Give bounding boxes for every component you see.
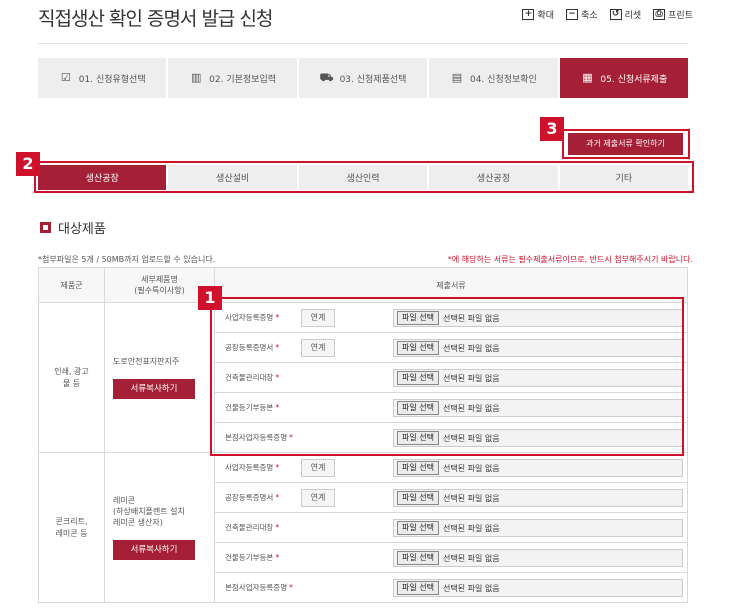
file-status: 선택된 파일 없음 [442, 583, 500, 593]
document-name: 건물등기부등본 * [225, 552, 295, 563]
section-title: 대상제품 [58, 222, 106, 237]
table-row: 콘크리트, 레미콘 등 레미콘 (하상배치플랜트 설치 레미콘 생산자) 서류복사하기 사업… [38, 452, 688, 603]
step-3[interactable]: ⛟ 03. 신청제품선택 [298, 58, 428, 98]
archive-icon: ▤ [451, 71, 463, 84]
tool-reset[interactable]: ↺ 리셋 [609, 8, 642, 21]
document-cell: 건물등기부등본 * 파일 선택 선택된 파일 없음 [214, 542, 688, 573]
file-status: 선택된 파일 없음 [442, 493, 500, 503]
file-input[interactable]: 파일 선택 선택된 파일 없음 [393, 549, 683, 567]
page-title: 직접생산 확인 증명서 발급 신청 [38, 8, 273, 30]
document-name-text: 사업자등록증명 [225, 463, 274, 472]
file-select-button[interactable]: 파일 선택 [397, 491, 439, 505]
document-name-text: 공장등록증명서 [225, 493, 274, 502]
highlight-box-1 [210, 297, 684, 456]
tool-print[interactable]: ⎙ 프린트 [653, 8, 693, 21]
document-row: 건물등기부등본 * 파일 선택 선택된 파일 없음 [225, 543, 683, 572]
product-group-cell: 콘크리트, 레미콘 등 [38, 452, 105, 603]
document-cell: 건축물관리대장 * 파일 선택 선택된 파일 없음 [214, 512, 688, 543]
header-group: 제품군 [38, 267, 105, 303]
sub-product-cell: 레미콘 (하상배치플랜트 설치 레미콘 생산자) 서류복사하기 [104, 452, 215, 603]
clapper-icon: ▦ [582, 71, 593, 84]
required-mark: * [275, 493, 280, 502]
cart-icon: ⛟ [319, 71, 334, 84]
step-label: 01. 신청유형선택 [78, 74, 146, 85]
reset-icon: ↺ [609, 9, 622, 20]
required-mark: * [275, 523, 280, 532]
document-name: 건축물관리대장 * [225, 522, 295, 533]
file-input[interactable]: 파일 선택 선택된 파일 없음 [393, 459, 683, 477]
step-label: 02. 기본정보입력 [209, 74, 277, 85]
file-select-button[interactable]: 파일 선택 [397, 521, 439, 535]
file-select-button[interactable]: 파일 선택 [397, 551, 439, 565]
file-status: 선택된 파일 없음 [442, 463, 500, 473]
print-icon: ⎙ [653, 9, 666, 20]
document-name: 본점사업자등록증명 * [225, 582, 295, 593]
document-row: 본점사업자등록증명 * 파일 선택 선택된 파일 없음 [225, 573, 683, 602]
sub-product-name: 레미콘 (하상배치플랜트 설치 레미콘 생산자) [113, 496, 185, 527]
tool-label: 프린트 [668, 11, 693, 21]
step-5[interactable]: ▦ 05. 신청서류제출 [559, 58, 689, 98]
annotation-badge-3: 3 [540, 117, 564, 141]
section-heading: 대상제품 [40, 218, 106, 237]
annotation-badge-2: 2 [16, 152, 40, 176]
file-status: 선택된 파일 없음 [442, 523, 500, 533]
upload-limit-note: *첨부파일은 5개 / 50MB까지 업로드할 수 있습니다. [38, 255, 216, 264]
document-row: 사업자등록증명 * 연계 파일 선택 선택된 파일 없음 [225, 453, 683, 482]
section-square-icon [40, 222, 51, 233]
document-name: 사업자등록증명 * [225, 462, 295, 473]
step-2[interactable]: ▥ 02. 기본정보입력 [168, 58, 297, 98]
document-name: 공장등록증명서 * [225, 492, 295, 503]
step-progress: ☑ 01. 신청유형선택 ▥ 02. 기본정보입력 ⛟ 03. 신청제품선택 ▤ 04. 신청… [38, 58, 689, 98]
copy-documents-button[interactable]: 서류복사하기 [113, 379, 195, 399]
tool-label: 리셋 [624, 11, 642, 21]
tool-label: 축소 [581, 11, 598, 21]
file-status: 선택된 파일 없음 [442, 553, 500, 563]
file-input[interactable]: 파일 선택 선택된 파일 없음 [393, 519, 683, 537]
document-row: 건축물관리대장 * 파일 선택 선택된 파일 없음 [225, 513, 683, 542]
zoom-out-icon: − [566, 9, 579, 20]
step-label: 03. 신청제품선택 [339, 74, 407, 85]
link-button[interactable]: 연계 [301, 488, 335, 507]
step-4[interactable]: ▤ 04. 신청정보확인 [429, 58, 558, 98]
copy-documents-button[interactable]: 서류복사하기 [113, 540, 195, 560]
required-mark: * [275, 553, 280, 562]
sub-product-cell: 도로안전표지판지주서류복사하기 [104, 302, 215, 453]
required-mark: * [275, 463, 280, 472]
view-tools: + 확대 − 축소 ↺ 리셋 ⎙ 프린트 [522, 8, 693, 21]
highlight-box-3 [562, 129, 690, 159]
document-name-text: 건물등기부등본 [225, 553, 274, 562]
document-name-text: 건축물관리대장 [225, 523, 274, 532]
tool-zoom-in[interactable]: + 확대 [522, 8, 554, 21]
tool-label: 확대 [537, 11, 555, 21]
step-label: 05. 신청서류제출 [600, 74, 668, 85]
step-label: 04. 신청정보확인 [469, 74, 537, 85]
zoom-in-icon: + [522, 9, 535, 20]
highlight-box-2 [34, 161, 694, 193]
file-select-button[interactable]: 파일 선택 [397, 461, 439, 475]
required-docs-note: *에 해당하는 서류는 필수제출서류이므로, 반드시 첨부해주시기 바랍니다. [447, 255, 693, 264]
annotation-badge-1: 1 [198, 286, 222, 310]
document-cell: 사업자등록증명 * 연계 파일 선택 선택된 파일 없음 [214, 452, 688, 483]
link-button[interactable]: 연계 [301, 458, 335, 477]
title-divider [38, 43, 688, 44]
file-select-button[interactable]: 파일 선택 [397, 581, 439, 595]
file-input[interactable]: 파일 선택 선택된 파일 없음 [393, 579, 683, 597]
check-icon: ☑ [60, 71, 71, 84]
product-group-cell: 인쇄, 광고 물 등 [38, 302, 105, 453]
sub-product-name: 도로안전표지판지주 [113, 357, 180, 366]
file-input[interactable]: 파일 선택 선택된 파일 없음 [393, 489, 683, 507]
step-1[interactable]: ☑ 01. 신청유형선택 [38, 58, 167, 98]
document-cell: 공장등록증명서 * 연계 파일 선택 선택된 파일 없음 [214, 482, 688, 513]
document-name-text: 본점사업자등록증명 [225, 583, 288, 592]
document-cell: 본점사업자등록증명 * 파일 선택 선택된 파일 없음 [214, 572, 688, 603]
document-row: 공장등록증명서 * 연계 파일 선택 선택된 파일 없음 [225, 483, 683, 512]
required-mark: * [289, 583, 293, 592]
tool-zoom-out[interactable]: − 축소 [566, 8, 598, 21]
building-icon: ▥ [190, 71, 202, 84]
